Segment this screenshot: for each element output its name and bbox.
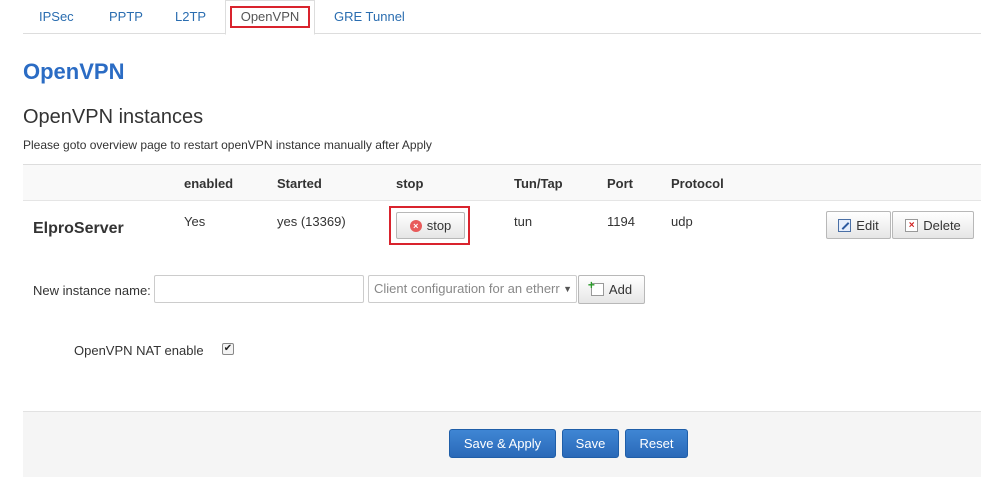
stop-icon: × [409,219,422,232]
cell-tuntap: tun [514,214,533,229]
col-port: Port [607,176,633,191]
dropdown-arrow-icon: ▼ [561,276,572,302]
tab-openvpn-label: OpenVPN [230,6,310,28]
add-button[interactable]: Add [578,275,645,304]
reset-button[interactable]: Reset [625,429,688,458]
cell-port: 1194 [607,214,635,229]
nat-checkbox[interactable]: ✔ [222,343,234,355]
edit-icon [838,218,852,232]
col-stop: stop [396,176,424,191]
nat-label: OpenVPN NAT enable [74,343,204,358]
tab-pptp[interactable]: PPTP [109,0,143,34]
instance-type-value: Client configuration for an etherr [374,281,560,296]
col-protocol: Protocol [671,176,724,191]
tab-openvpn[interactable]: OpenVPN [225,0,315,35]
tab-ipsec[interactable]: IPSec [39,0,74,34]
tab-l2tp[interactable]: L2TP [175,0,206,34]
cell-enabled: Yes [184,214,206,229]
stop-button[interactable]: × stop [396,212,465,239]
delete-button[interactable]: × Delete [892,211,974,239]
section-title: OpenVPN instances [23,106,204,128]
edit-button-label: Edit [856,217,879,233]
new-instance-label: New instance name: [33,283,151,298]
add-icon [588,278,604,296]
instance-type-select[interactable]: Client configuration for an etherr ▼ [368,275,577,303]
new-instance-input[interactable] [154,275,364,303]
edit-button[interactable]: Edit [826,211,891,239]
cell-started: yes (13369) [277,214,346,229]
instance-name: ElproServer [33,220,124,237]
page-title: OpenVPN [23,59,125,84]
add-button-label: Add [608,282,633,297]
cell-protocol: udp [671,214,693,229]
delete-icon: × [905,218,919,232]
delete-button-label: Delete [923,217,961,233]
tab-bar: IPSec PPTP L2TP OpenVPN GRE Tunnel [23,0,981,35]
save-apply-button[interactable]: Save & Apply [449,429,556,458]
save-button[interactable]: Save [562,429,619,458]
tab-gre-tunnel[interactable]: GRE Tunnel [334,0,405,34]
table-header: enabled Started stop Tun/Tap Port Protoc… [23,164,981,201]
col-started: Started [277,176,322,191]
section-description: Please goto overview page to restart ope… [23,138,432,152]
col-enabled: enabled [184,176,234,191]
stop-button-label: stop [426,218,452,233]
col-tuntap: Tun/Tap [514,176,563,191]
